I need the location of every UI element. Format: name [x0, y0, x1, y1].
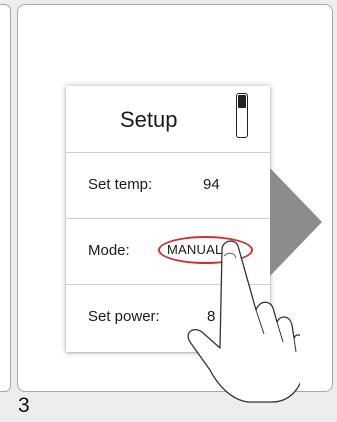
mode-label: Mode:	[88, 242, 130, 259]
set-temp-row[interactable]: Set temp: 94	[66, 152, 270, 219]
pointing-hand-icon	[187, 240, 300, 403]
setup-header: Setup	[66, 86, 270, 152]
set-temp-value: 94	[203, 176, 220, 193]
step-number: 3	[18, 394, 30, 417]
level-meter-fill	[238, 95, 246, 108]
level-meter-icon	[236, 93, 248, 138]
set-power-label: Set power:	[88, 308, 160, 325]
previous-step-panel	[0, 4, 11, 392]
screen-title: Setup	[120, 107, 178, 132]
set-temp-label: Set temp:	[88, 176, 153, 193]
